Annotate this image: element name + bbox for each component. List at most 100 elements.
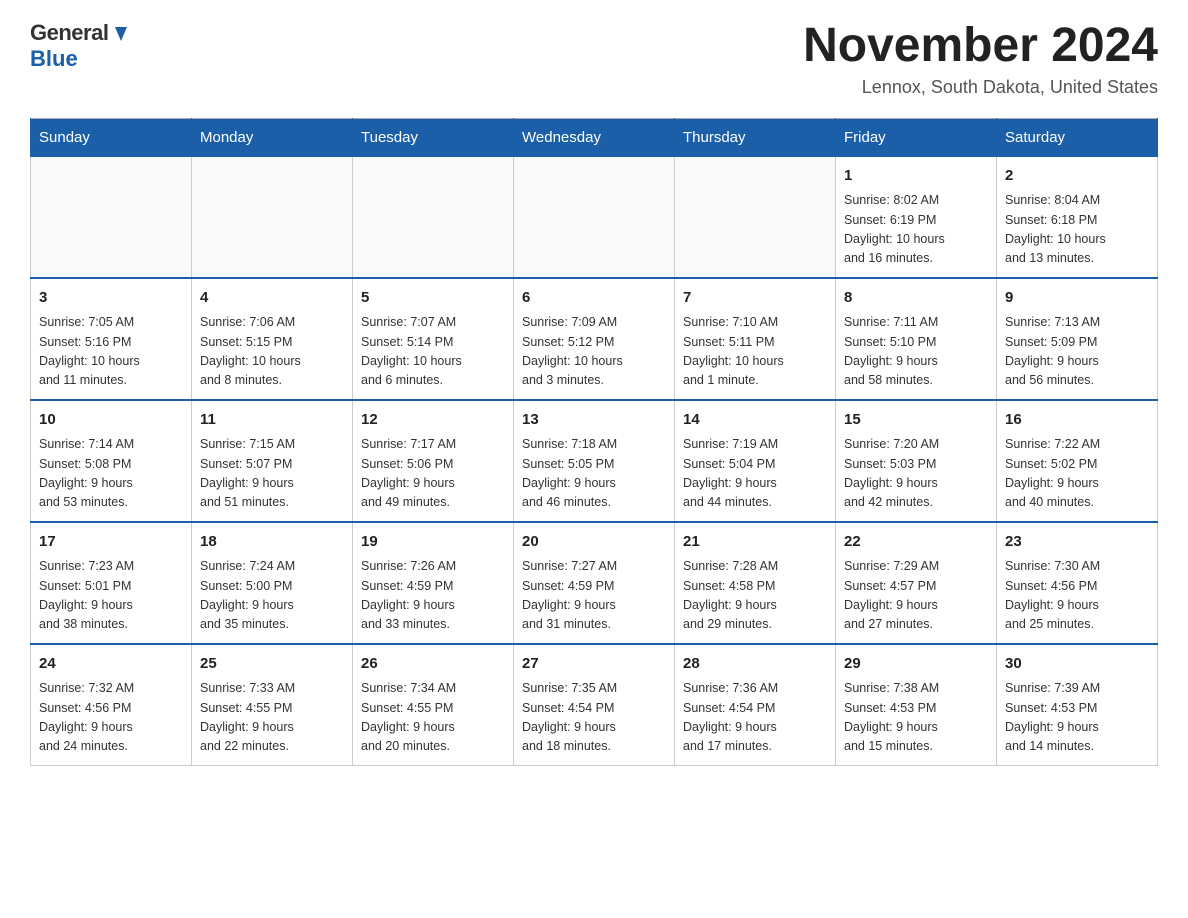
calendar-cell: 28 Sunrise: 7:36 AMSunset: 4:54 PMDayligh…	[675, 644, 836, 766]
calendar-cell: 8 Sunrise: 7:11 AMSunset: 5:10 PMDaylight…	[836, 278, 997, 400]
day-number: 10	[39, 409, 183, 432]
calendar-cell	[353, 156, 514, 278]
day-number: 16	[1005, 409, 1149, 432]
day-number: 29	[844, 653, 988, 676]
day-number: 20	[522, 531, 666, 554]
day-number: 24	[39, 653, 183, 676]
calendar-cell: 16 Sunrise: 7:22 AMSunset: 5:02 PMDayligh…	[997, 400, 1158, 522]
day-number: 30	[1005, 653, 1149, 676]
calendar-cell: 19 Sunrise: 7:26 AMSunset: 4:59 PMDayligh…	[353, 522, 514, 644]
day-info: Sunrise: 7:30 AMSunset: 4:56 PMDaylight:…	[1005, 557, 1149, 635]
calendar-cell: 3 Sunrise: 7:05 AMSunset: 5:16 PMDaylight…	[31, 278, 192, 400]
calendar-cell: 22 Sunrise: 7:29 AMSunset: 4:57 PMDayligh…	[836, 522, 997, 644]
calendar-cell: 10 Sunrise: 7:14 AMSunset: 5:08 PMDayligh…	[31, 400, 192, 522]
day-info: Sunrise: 7:20 AMSunset: 5:03 PMDaylight:…	[844, 435, 988, 513]
calendar-cell: 1 Sunrise: 8:02 AMSunset: 6:19 PMDaylight…	[836, 156, 997, 278]
calendar-cell: 7 Sunrise: 7:10 AMSunset: 5:11 PMDaylight…	[675, 278, 836, 400]
day-info: Sunrise: 7:29 AMSunset: 4:57 PMDaylight:…	[844, 557, 988, 635]
calendar-week-row: 10 Sunrise: 7:14 AMSunset: 5:08 PMDayligh…	[31, 400, 1158, 522]
calendar-cell: 29 Sunrise: 7:38 AMSunset: 4:53 PMDayligh…	[836, 644, 997, 766]
day-info: Sunrise: 7:28 AMSunset: 4:58 PMDaylight:…	[683, 557, 827, 635]
day-info: Sunrise: 7:11 AMSunset: 5:10 PMDaylight:…	[844, 313, 988, 391]
day-info: Sunrise: 7:33 AMSunset: 4:55 PMDaylight:…	[200, 679, 344, 757]
day-info: Sunrise: 7:27 AMSunset: 4:59 PMDaylight:…	[522, 557, 666, 635]
calendar-header-friday: Friday	[836, 118, 997, 156]
day-number: 28	[683, 653, 827, 676]
day-number: 23	[1005, 531, 1149, 554]
calendar-cell: 15 Sunrise: 7:20 AMSunset: 5:03 PMDayligh…	[836, 400, 997, 522]
calendar-cell: 25Sunrise: 7:33 AMSunset: 4:55 PMDayligh…	[192, 644, 353, 766]
day-number: 9	[1005, 287, 1149, 310]
calendar-cell: 9 Sunrise: 7:13 AMSunset: 5:09 PMDaylight…	[997, 278, 1158, 400]
page-header: General Blue November 2024 Lennox, South…	[30, 20, 1158, 98]
calendar-cell: 24 Sunrise: 7:32 AMSunset: 4:56 PMDayligh…	[31, 644, 192, 766]
calendar-header-wednesday: Wednesday	[514, 118, 675, 156]
day-number: 12	[361, 409, 505, 432]
calendar-week-row: 24 Sunrise: 7:32 AMSunset: 4:56 PMDayligh…	[31, 644, 1158, 766]
day-number: 17	[39, 531, 183, 554]
calendar-cell: 23 Sunrise: 7:30 AMSunset: 4:56 PMDayligh…	[997, 522, 1158, 644]
calendar-cell: 30 Sunrise: 7:39 AMSunset: 4:53 PMDayligh…	[997, 644, 1158, 766]
day-number: 1	[844, 165, 988, 188]
day-number: 3	[39, 287, 183, 310]
calendar-cell: 12 Sunrise: 7:17 AMSunset: 5:06 PMDayligh…	[353, 400, 514, 522]
day-number: 13	[522, 409, 666, 432]
day-info: Sunrise: 7:05 AMSunset: 5:16 PMDaylight:…	[39, 313, 183, 391]
day-info: Sunrise: 7:26 AMSunset: 4:59 PMDaylight:…	[361, 557, 505, 635]
calendar-cell: 21 Sunrise: 7:28 AMSunset: 4:58 PMDayligh…	[675, 522, 836, 644]
day-number: 6	[522, 287, 666, 310]
day-info: Sunrise: 7:24 AMSunset: 5:00 PMDaylight:…	[200, 557, 344, 635]
logo: General Blue	[30, 20, 132, 72]
calendar-cell	[31, 156, 192, 278]
calendar-header-thursday: Thursday	[675, 118, 836, 156]
day-info: Sunrise: 7:19 AMSunset: 5:04 PMDaylight:…	[683, 435, 827, 513]
day-number: 22	[844, 531, 988, 554]
calendar-header-sunday: Sunday	[31, 118, 192, 156]
calendar-cell	[675, 156, 836, 278]
calendar-header-tuesday: Tuesday	[353, 118, 514, 156]
calendar-cell: 5Sunrise: 7:07 AMSunset: 5:14 PMDaylight…	[353, 278, 514, 400]
day-number: 19	[361, 531, 505, 554]
day-info: Sunrise: 7:22 AMSunset: 5:02 PMDaylight:…	[1005, 435, 1149, 513]
day-number: 18	[200, 531, 344, 554]
calendar-cell: 11 Sunrise: 7:15 AMSunset: 5:07 PMDayligh…	[192, 400, 353, 522]
day-info: Sunrise: 7:13 AMSunset: 5:09 PMDaylight:…	[1005, 313, 1149, 391]
day-info: Sunrise: 8:02 AMSunset: 6:19 PMDaylight:…	[844, 191, 988, 269]
day-number: 15	[844, 409, 988, 432]
day-info: Sunrise: 7:23 AMSunset: 5:01 PMDaylight:…	[39, 557, 183, 635]
calendar-week-row: 3 Sunrise: 7:05 AMSunset: 5:16 PMDaylight…	[31, 278, 1158, 400]
calendar-cell: 13 Sunrise: 7:18 AMSunset: 5:05 PMDayligh…	[514, 400, 675, 522]
day-info: Sunrise: 7:09 AMSunset: 5:12 PMDaylight:…	[522, 313, 666, 391]
day-number: 21	[683, 531, 827, 554]
title-block: November 2024 Lennox, South Dakota, Unit…	[803, 20, 1158, 98]
location-text: Lennox, South Dakota, United States	[803, 77, 1158, 98]
day-info: Sunrise: 7:15 AMSunset: 5:07 PMDaylight:…	[200, 435, 344, 513]
calendar-cell: 2Sunrise: 8:04 AMSunset: 6:18 PMDaylight…	[997, 156, 1158, 278]
day-info: Sunrise: 7:39 AMSunset: 4:53 PMDaylight:…	[1005, 679, 1149, 757]
day-info: Sunrise: 7:17 AMSunset: 5:06 PMDaylight:…	[361, 435, 505, 513]
calendar-cell: 17 Sunrise: 7:23 AMSunset: 5:01 PMDayligh…	[31, 522, 192, 644]
month-title: November 2024	[803, 20, 1158, 73]
day-info: Sunrise: 7:38 AMSunset: 4:53 PMDaylight:…	[844, 679, 988, 757]
day-number: 11	[200, 409, 344, 432]
day-info: Sunrise: 7:35 AMSunset: 4:54 PMDaylight:…	[522, 679, 666, 757]
day-info: Sunrise: 7:36 AMSunset: 4:54 PMDaylight:…	[683, 679, 827, 757]
day-info: Sunrise: 7:32 AMSunset: 4:56 PMDaylight:…	[39, 679, 183, 757]
calendar-header-row: SundayMondayTuesdayWednesdayThursdayFrid…	[31, 118, 1158, 156]
calendar-header-monday: Monday	[192, 118, 353, 156]
logo-general-text: General	[30, 20, 108, 46]
calendar-cell	[514, 156, 675, 278]
calendar-cell: 6 Sunrise: 7:09 AMSunset: 5:12 PMDaylight…	[514, 278, 675, 400]
calendar-cell: 27Sunrise: 7:35 AMSunset: 4:54 PMDayligh…	[514, 644, 675, 766]
day-number: 7	[683, 287, 827, 310]
calendar-cell: 18 Sunrise: 7:24 AMSunset: 5:00 PMDayligh…	[192, 522, 353, 644]
day-info: Sunrise: 7:10 AMSunset: 5:11 PMDaylight:…	[683, 313, 827, 391]
day-info: Sunrise: 7:14 AMSunset: 5:08 PMDaylight:…	[39, 435, 183, 513]
day-info: Sunrise: 7:18 AMSunset: 5:05 PMDaylight:…	[522, 435, 666, 513]
day-number: 2	[1005, 165, 1149, 188]
calendar-table: SundayMondayTuesdayWednesdayThursdayFrid…	[30, 118, 1158, 766]
day-info: Sunrise: 7:07 AMSunset: 5:14 PMDaylight:…	[361, 313, 505, 391]
calendar-cell	[192, 156, 353, 278]
day-number: 4	[200, 287, 344, 310]
day-number: 8	[844, 287, 988, 310]
